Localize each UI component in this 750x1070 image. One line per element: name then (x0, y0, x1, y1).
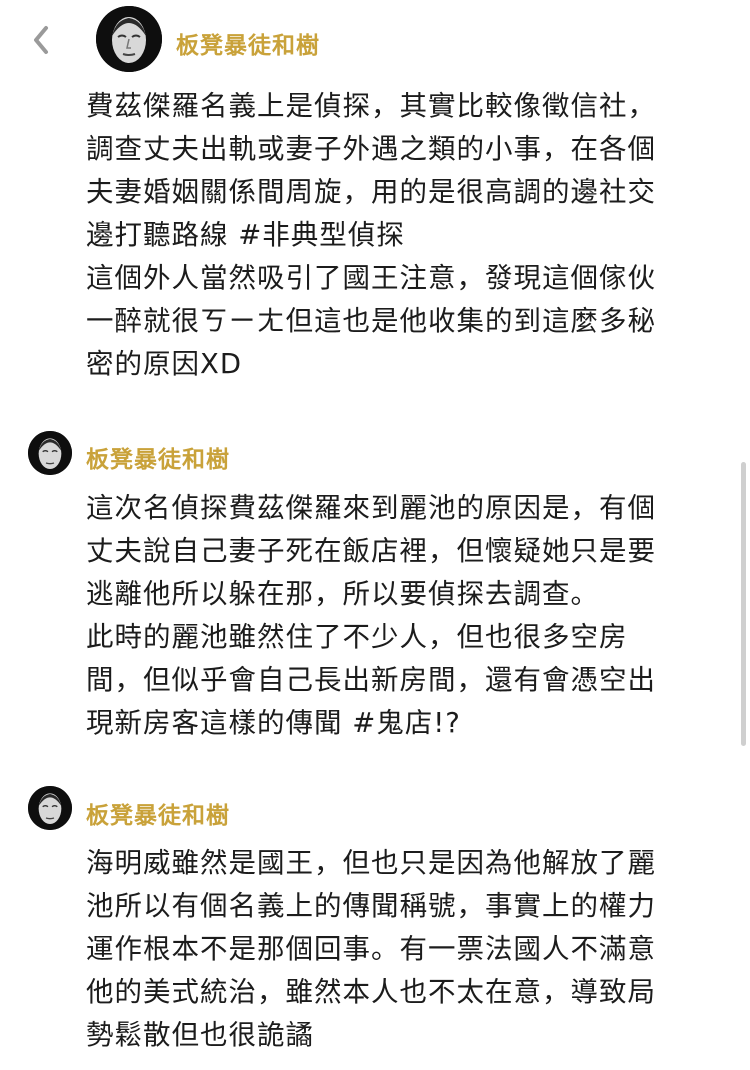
post-line: 費茲傑羅名義上是偵探，其實比較像徵信社， (86, 90, 656, 122)
avatar[interactable] (28, 431, 72, 475)
post-line: 逃離他所以躲在那，所以要偵探去調查。 (86, 578, 599, 610)
scrollbar[interactable] (741, 462, 746, 746)
avatar-face-icon (28, 786, 72, 830)
avatar-face-icon (28, 431, 72, 475)
back-button[interactable] (26, 20, 58, 60)
post-line: 調查丈夫出軌或妻子外遇之類的小事，在各個 (86, 133, 656, 165)
post-body: 費茲傑羅名義上是偵探，其實比較像徵信社， 調查丈夫出軌或妻子外遇之類的小事，在各… (86, 85, 706, 386)
post-line: 他的美式統治，雖然本人也不太在意，導致局 (86, 976, 656, 1008)
post-body: 海明威雖然是國王，但也只是因為他解放了麗 池所以有個名義上的傳聞稱號，事實上的權… (86, 842, 706, 1057)
post-line: 這個外人當然吸引了國王注意，發現這個傢伙 (86, 262, 656, 294)
chevron-left-icon (34, 26, 48, 54)
author-name[interactable]: 板凳暴徒和樹 (86, 796, 230, 830)
avatar[interactable] (96, 6, 162, 72)
post-line: 池所以有個名義上的傳聞稱號，事實上的權力 (86, 890, 656, 922)
post-line: 夫妻婚姻關係間周旋，用的是很高調的邊社交 (86, 176, 656, 208)
author-name[interactable]: 板凳暴徒和樹 (176, 26, 320, 60)
post-line: 丈夫說自己妻子死在飯店裡，但懷疑她只是要 (86, 535, 656, 567)
post-line: 運作根本不是那個回事。有一票法國人不滿意 (86, 933, 656, 965)
post-line: 勢鬆散但也很詭譎 (86, 1019, 314, 1051)
author-name[interactable]: 板凳暴徒和樹 (86, 440, 230, 474)
avatar[interactable] (28, 786, 72, 830)
post-line: 現新房客這樣的傳聞 #鬼店!? (86, 707, 461, 739)
post-line: 此時的麗池雖然住了不少人，但也很多空房 (86, 621, 628, 653)
post-body: 這次名偵探費茲傑羅來到麗池的原因是，有個 丈夫說自己妻子死在飯店裡，但懷疑她只是… (86, 487, 706, 745)
avatar-face-icon (96, 6, 162, 72)
post-line: 這次名偵探費茲傑羅來到麗池的原因是，有個 (86, 492, 656, 524)
post-line: 一醉就很ㄎㄧㄤ但這也是他收集的到這麼多秘 (86, 305, 656, 337)
post-line: 邊打聽路線 #非典型偵探 (86, 219, 405, 251)
post-line: 密的原因XD (86, 348, 243, 380)
post-line: 間，但似乎會自己長出新房間，還有會憑空出 (86, 664, 656, 696)
post-line: 海明威雖然是國王，但也只是因為他解放了麗 (86, 847, 656, 879)
